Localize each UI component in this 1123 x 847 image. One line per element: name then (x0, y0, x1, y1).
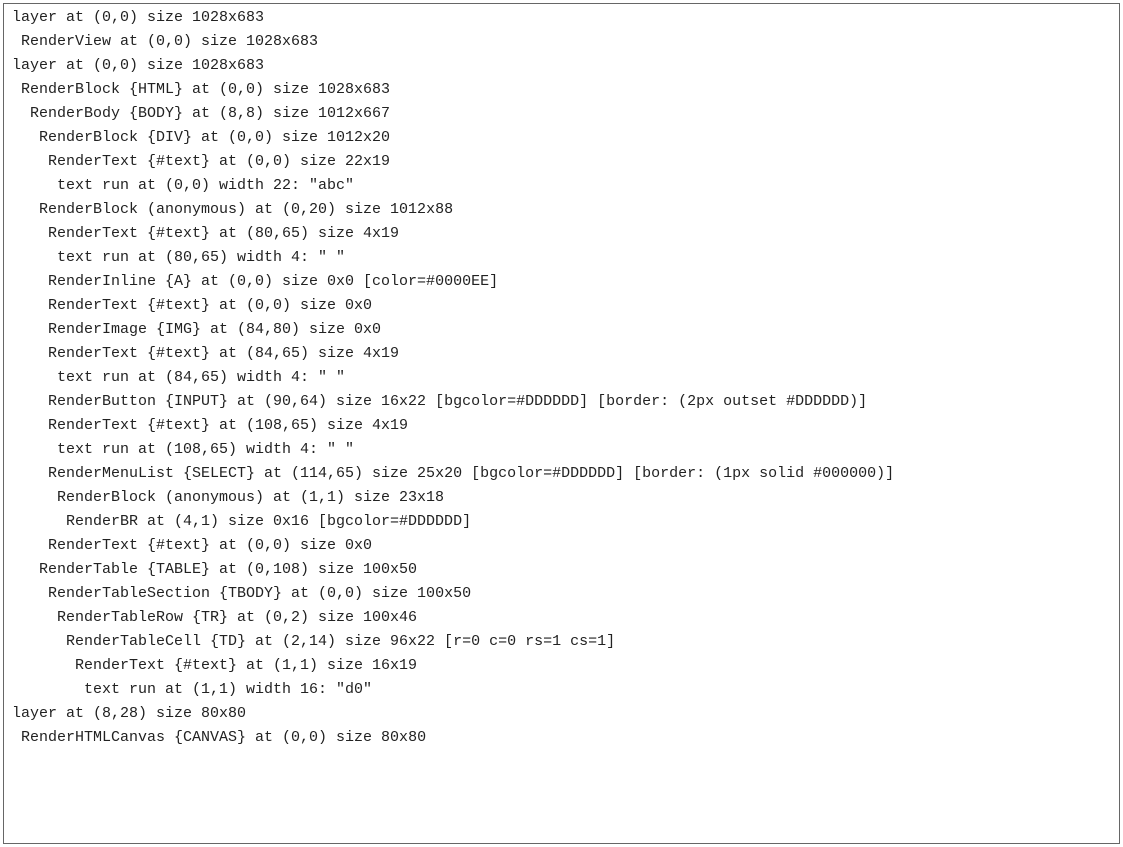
render-line: RenderTableRow {TR} at (0,2) size 100x46 (12, 606, 1111, 630)
render-line: RenderView at (0,0) size 1028x683 (12, 30, 1111, 54)
render-line: RenderText {#text} at (80,65) size 4x19 (12, 222, 1111, 246)
render-line: RenderMenuList {SELECT} at (114,65) size… (12, 462, 1111, 486)
render-line: text run at (84,65) width 4: " " (12, 366, 1111, 390)
render-line: RenderText {#text} at (0,0) size 0x0 (12, 294, 1111, 318)
render-line: RenderBlock {HTML} at (0,0) size 1028x68… (12, 78, 1111, 102)
render-line: RenderTable {TABLE} at (0,108) size 100x… (12, 558, 1111, 582)
render-line: RenderText {#text} at (0,0) size 0x0 (12, 534, 1111, 558)
render-line: RenderBlock {DIV} at (0,0) size 1012x20 (12, 126, 1111, 150)
render-line: RenderText {#text} at (108,65) size 4x19 (12, 414, 1111, 438)
render-line: RenderText {#text} at (84,65) size 4x19 (12, 342, 1111, 366)
render-line: RenderBody {BODY} at (8,8) size 1012x667 (12, 102, 1111, 126)
render-line: RenderInline {A} at (0,0) size 0x0 [colo… (12, 270, 1111, 294)
render-line: text run at (1,1) width 16: "d0" (12, 678, 1111, 702)
render-line: RenderHTMLCanvas {CANVAS} at (0,0) size … (12, 726, 1111, 750)
render-line: RenderText {#text} at (0,0) size 22x19 (12, 150, 1111, 174)
render-line: text run at (0,0) width 22: "abc" (12, 174, 1111, 198)
render-line: layer at (0,0) size 1028x683 (12, 6, 1111, 30)
render-line: RenderImage {IMG} at (84,80) size 0x0 (12, 318, 1111, 342)
render-line: text run at (108,65) width 4: " " (12, 438, 1111, 462)
render-line: RenderButton {INPUT} at (90,64) size 16x… (12, 390, 1111, 414)
render-line: layer at (8,28) size 80x80 (12, 702, 1111, 726)
render-line: RenderBlock (anonymous) at (0,20) size 1… (12, 198, 1111, 222)
render-line: RenderBlock (anonymous) at (1,1) size 23… (12, 486, 1111, 510)
render-tree-dump: layer at (0,0) size 1028x683 RenderView … (3, 3, 1120, 844)
render-line: layer at (0,0) size 1028x683 (12, 54, 1111, 78)
render-line: text run at (80,65) width 4: " " (12, 246, 1111, 270)
render-line: RenderTableSection {TBODY} at (0,0) size… (12, 582, 1111, 606)
render-line: RenderText {#text} at (1,1) size 16x19 (12, 654, 1111, 678)
render-line: RenderTableCell {TD} at (2,14) size 96x2… (12, 630, 1111, 654)
render-line: RenderBR at (4,1) size 0x16 [bgcolor=#DD… (12, 510, 1111, 534)
